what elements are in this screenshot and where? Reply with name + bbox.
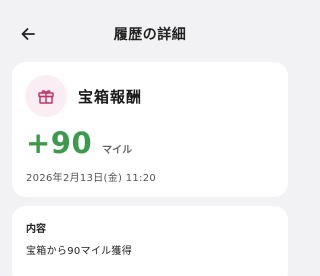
detail-label: 内容 bbox=[26, 224, 46, 235]
reward-timestamp: 2026年2月13日(金) 11:20 bbox=[26, 173, 157, 184]
reward-card: 宝箱報酬 +90 マイル 2026年2月13日(金) 11:20 bbox=[12, 62, 288, 197]
detail-card: 内容 宝箱から90マイル獲得 bbox=[12, 206, 288, 276]
reward-unit: マイル bbox=[102, 145, 133, 156]
history-detail-screen: 履歴の詳細 宝箱報酬 +90 マイル 2026年2月13日(金) 11:20 内… bbox=[0, 0, 300, 276]
reward-amount: +90 bbox=[26, 126, 93, 160]
gift-icon-badge bbox=[25, 75, 67, 117]
reward-title: 宝箱報酬 bbox=[78, 88, 143, 106]
page-title: 履歴の詳細 bbox=[113, 27, 187, 43]
gift-icon bbox=[38, 90, 54, 104]
header: 履歴の詳細 bbox=[0, 0, 300, 66]
detail-text: 宝箱から90マイル獲得 bbox=[26, 246, 133, 257]
amount-row: +90 マイル bbox=[26, 126, 132, 160]
